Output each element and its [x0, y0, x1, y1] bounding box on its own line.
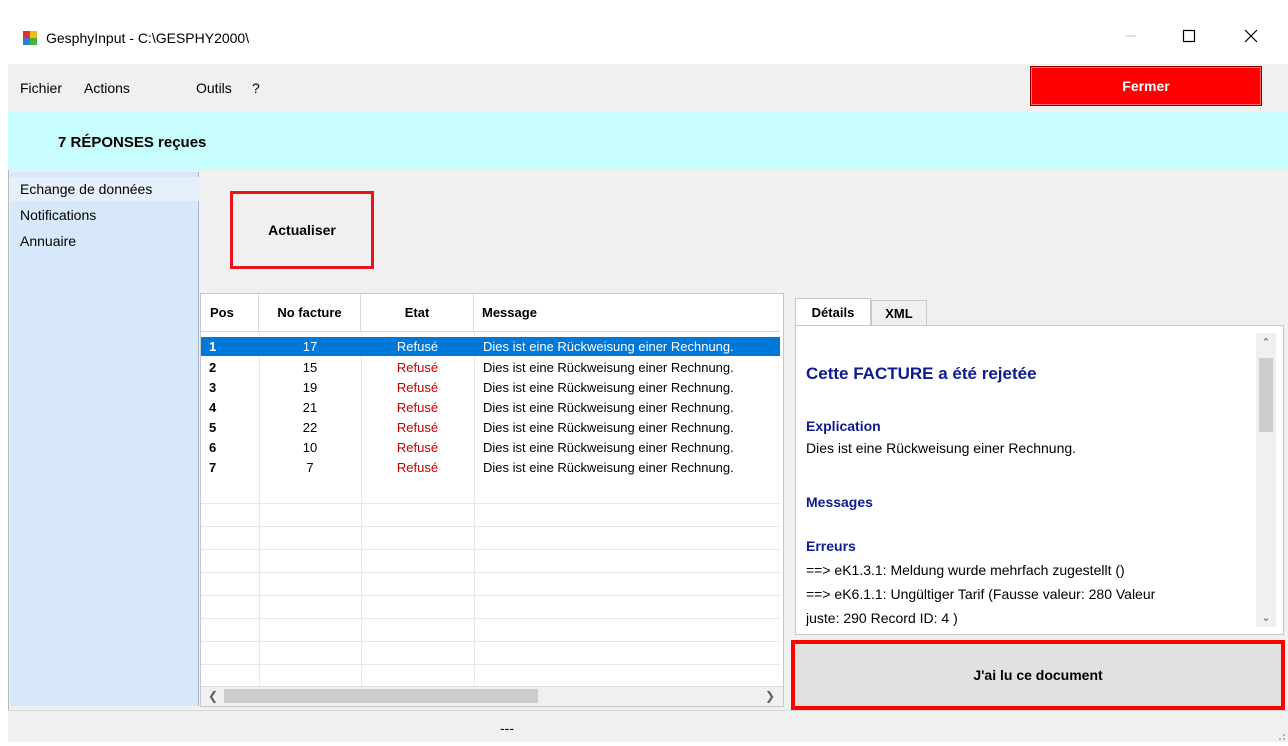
grid-row-divider — [201, 503, 780, 504]
cell-message: Dies ist eine Rückweisung einer Rechnung… — [483, 339, 734, 354]
cell-pos: 7 — [209, 460, 217, 475]
menu-actions[interactable]: Actions — [84, 80, 130, 96]
table-row[interactable]: 5 22 Refusé Dies ist eine Rückweisung ei… — [201, 418, 780, 437]
jai-lu-ce-document-button[interactable]: J'ai lu ce document — [791, 640, 1285, 710]
messages-label: Messages — [806, 494, 873, 510]
cell-etat: Refusé — [396, 420, 439, 435]
cell-pos: 1 — [209, 339, 217, 354]
cell-pos: 3 — [209, 380, 217, 395]
app-window-icon — [22, 30, 38, 46]
cell-etat: Refusé — [396, 440, 439, 455]
cell-pos: 2 — [209, 360, 217, 375]
cell-message: Dies ist eine Rückweisung einer Rechnung… — [483, 440, 734, 455]
cell-no-facture: 21 — [302, 400, 318, 415]
explication-label: Explication — [806, 418, 881, 434]
minimize-button[interactable] — [1108, 14, 1154, 58]
table-row[interactable]: 7 7 Refusé Dies ist eine Rückweisung ein… — [201, 458, 780, 477]
erreur-line: ==> eK6.1.1: Ungültiger Tarif (Fausse va… — [806, 586, 1156, 602]
grid-row-divider — [201, 618, 780, 619]
maximize-icon — [1182, 29, 1196, 43]
details-heading: Cette FACTURE a été rejetée — [806, 364, 1037, 383]
minimize-icon — [1126, 35, 1136, 37]
explication-text: Dies ist eine Rückweisung einer Rechnung… — [806, 440, 1077, 456]
column-header-no-facture[interactable]: No facture — [259, 294, 361, 332]
menu-help[interactable]: ? — [252, 80, 260, 96]
cell-etat: Refusé — [396, 380, 439, 395]
tab-details[interactable]: Détails — [795, 298, 871, 325]
cell-pos: 4 — [209, 400, 217, 415]
cell-message: Dies ist eine Rückweisung einer Rechnung… — [483, 360, 734, 375]
close-button[interactable] — [1228, 14, 1274, 58]
table-row[interactable]: 6 10 Refusé Dies ist eine Rückweisung ei… — [201, 438, 780, 457]
column-header-pos[interactable]: Pos — [201, 294, 259, 332]
status-text: --- — [500, 720, 514, 736]
cell-pos: 5 — [209, 420, 217, 435]
cell-no-facture: 10 — [302, 440, 318, 455]
erreur-line: juste: 290 Record ID: 4 ) — [806, 610, 958, 626]
cell-no-facture: 22 — [302, 420, 318, 435]
responses-count: 7 RÉPONSES reçues — [58, 134, 207, 151]
grid-row-divider — [201, 664, 780, 665]
cell-pos: 6 — [209, 440, 217, 455]
cell-message: Dies ist eine Rückweisung einer Rechnung… — [483, 400, 734, 415]
cell-message: Dies ist eine Rückweisung einer Rechnung… — [483, 460, 734, 475]
menu-outils[interactable]: Outils — [196, 80, 232, 96]
column-header-etat[interactable]: Etat — [361, 294, 474, 332]
table-row[interactable]: 2 15 Refusé Dies ist eine Rückweisung ei… — [201, 358, 780, 377]
table-row[interactable]: 1 17 Refusé Dies ist eine Rückweisung ei… — [201, 337, 780, 356]
cell-etat: Refusé — [396, 360, 439, 375]
resize-grip-icon[interactable] — [1274, 728, 1286, 740]
grid-row-divider — [201, 572, 780, 573]
grid-row-divider — [201, 641, 780, 642]
sidebar-item-notifications[interactable]: Notifications — [10, 203, 199, 227]
tab-xml[interactable]: XML — [871, 300, 927, 325]
grid-row-divider — [201, 526, 780, 527]
cell-no-facture: 19 — [302, 380, 318, 395]
cell-no-facture: 17 — [302, 339, 318, 354]
details-scroll-thumb[interactable] — [1259, 358, 1273, 432]
table-row[interactable]: 4 21 Refusé Dies ist eine Rückweisung ei… — [201, 398, 780, 417]
details-content: Cette FACTURE a été rejetée Explication … — [806, 332, 1256, 628]
cell-no-facture: 7 — [306, 460, 314, 475]
sidebar-item-annuaire[interactable]: Annuaire — [10, 229, 199, 253]
scroll-left-icon[interactable]: ❮ — [205, 688, 221, 704]
fermer-button[interactable]: Fermer — [1030, 66, 1262, 106]
scroll-down-icon[interactable]: ⌄ — [1259, 610, 1273, 624]
cell-message: Dies ist eine Rückweisung einer Rechnung… — [483, 380, 734, 395]
grid-row-divider — [201, 549, 780, 550]
cell-message: Dies ist eine Rückweisung einer Rechnung… — [483, 420, 734, 435]
cell-no-facture: 15 — [302, 360, 318, 375]
menu-fichier[interactable]: Fichier — [20, 80, 62, 96]
grid-scroll-thumb[interactable] — [224, 689, 538, 703]
table-row[interactable]: 3 19 Refusé Dies ist eine Rückweisung ei… — [201, 378, 780, 397]
erreur-line: ==> eK1.3.1: Meldung wurde mehrfach zuge… — [806, 562, 1125, 578]
grid-row-divider — [201, 595, 780, 596]
scroll-up-icon[interactable]: ⌃ — [1259, 335, 1273, 349]
maximize-button[interactable] — [1166, 14, 1212, 58]
sidebar-item-echange-de-donnees[interactable]: Echange de données — [10, 177, 199, 201]
cell-etat: Refusé — [396, 460, 439, 475]
cell-etat: Refusé — [396, 400, 439, 415]
window-title: GesphyInput - C:\GESPHY2000\ — [46, 30, 250, 46]
column-header-message[interactable]: Message — [474, 294, 780, 332]
close-icon — [1244, 29, 1258, 43]
status-bar — [8, 710, 1288, 742]
erreurs-label: Erreurs — [806, 538, 856, 554]
scroll-right-icon[interactable]: ❯ — [762, 688, 778, 704]
cell-etat: Refusé — [396, 339, 439, 354]
actualiser-button[interactable]: Actualiser — [230, 191, 374, 269]
